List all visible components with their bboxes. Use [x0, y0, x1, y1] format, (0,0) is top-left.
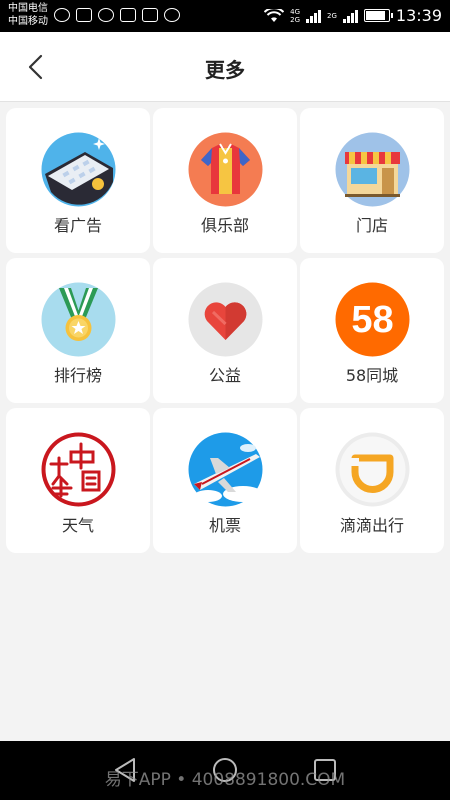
carrier-1: 中国电信 [8, 3, 48, 14]
tile-club[interactable]: 俱乐部 [153, 108, 297, 253]
tile-didi[interactable]: 滴滴出行 [300, 408, 444, 553]
58-icon: 58 [335, 282, 410, 357]
battery-icon [363, 9, 393, 22]
tile-label: 天气 [61, 516, 94, 535]
heart-icon [188, 282, 263, 357]
carrier-labels: 中国电信 中国移动 [8, 2, 48, 28]
tile-ranking[interactable]: 排行榜 [6, 258, 150, 403]
notification-icon [54, 8, 70, 22]
store-icon [335, 132, 410, 207]
notification-icons [54, 8, 180, 22]
tile-label: 公益 [208, 366, 241, 385]
carrier-2: 中国移动 [8, 16, 48, 27]
didi-icon [335, 432, 410, 507]
notification-icon [76, 8, 92, 22]
wechat-icon [98, 8, 114, 22]
tile-label: 58同城 [345, 366, 399, 385]
wifi-icon [264, 8, 285, 22]
navigation-bar: 易下APP • 4008891800.COM [0, 741, 450, 800]
tile-label: 俱乐部 [200, 216, 249, 235]
tile-58[interactable]: 58 58同城 [300, 258, 444, 403]
signal-icon [306, 9, 321, 23]
status-right: 4G 2G 2G 13:39 [264, 6, 442, 25]
network-label: 4G 2G [290, 7, 300, 24]
network-label-2: 2G [327, 11, 337, 20]
airplane-icon [188, 432, 263, 507]
tile-label: 看广告 [53, 216, 102, 235]
watermark: 易下APP • 4008891800.COM [104, 770, 346, 790]
image-icon [120, 8, 136, 22]
tile-flight[interactable]: 机票 [153, 408, 297, 553]
tile-label: 排行榜 [53, 366, 102, 385]
tile-label: 滴滴出行 [339, 516, 404, 535]
keyboard-icon [142, 8, 158, 22]
tile-label: 机票 [208, 516, 241, 535]
tile-charity[interactable]: 公益 [153, 258, 297, 403]
medal-icon [41, 282, 116, 357]
tile-weather[interactable]: 天气 [6, 408, 150, 553]
feature-grid: 看广告 俱乐部 门店 排行榜 公益 58 58同城 天气 机票 滴滴出行 [6, 108, 444, 553]
clock: 13:39 [395, 6, 442, 25]
page-title: 更多 [205, 58, 245, 82]
weather-seal-icon [41, 432, 116, 507]
header: 更多 [0, 32, 450, 102]
ads-phone-icon [41, 132, 116, 207]
tile-ads[interactable]: 看广告 [6, 108, 150, 253]
tile-store[interactable]: 门店 [300, 108, 444, 253]
club-jersey-icon [188, 132, 263, 207]
signal-icon-2 [342, 9, 358, 23]
58-badge-text: 58 [351, 299, 393, 341]
status-bar: 中国电信 中国移动 4G 2G 2G 13:39 [0, 0, 450, 32]
tile-label: 门店 [355, 216, 388, 235]
weather-icon [164, 8, 180, 22]
